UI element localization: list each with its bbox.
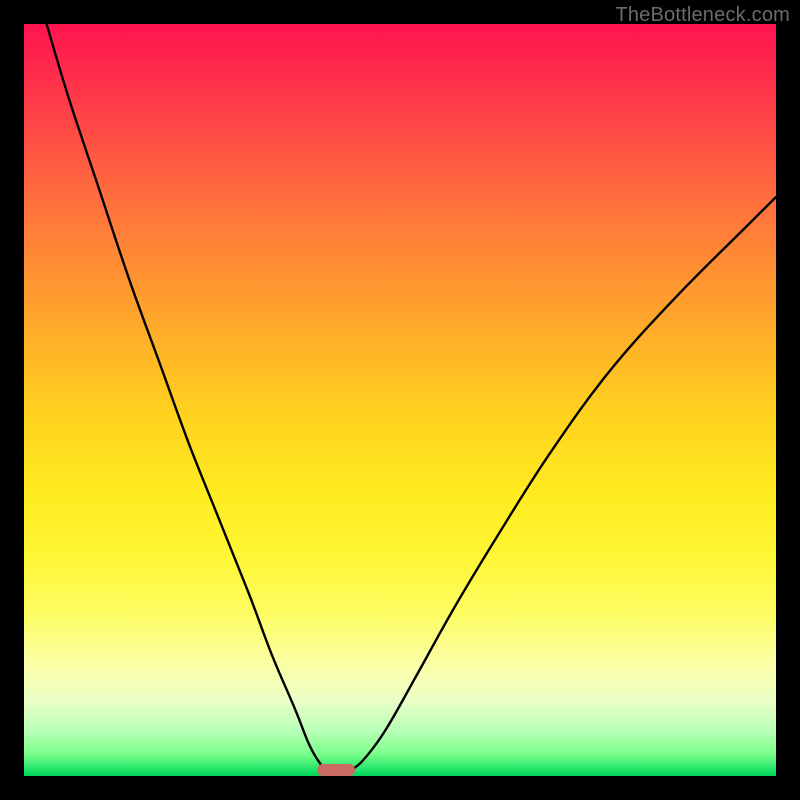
- curves-svg: [24, 24, 776, 776]
- right-curve: [347, 197, 776, 772]
- min-marker: [317, 764, 355, 776]
- left-curve: [47, 24, 329, 772]
- plot-area: [24, 24, 776, 776]
